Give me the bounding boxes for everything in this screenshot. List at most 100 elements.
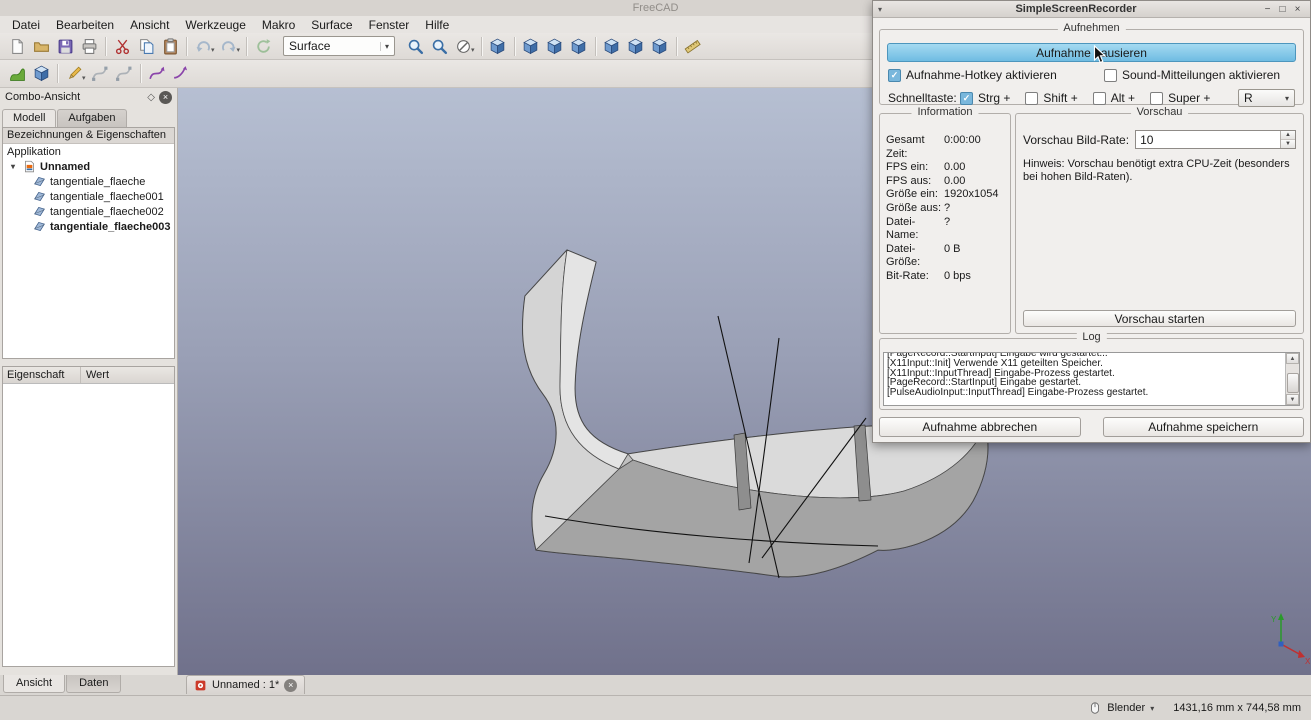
freecad-document-icon — [23, 160, 36, 173]
toolbar-separator — [514, 37, 515, 56]
preview-rate-spinbox[interactable]: 10 ▲ ▼ — [1135, 130, 1296, 149]
menu-surface[interactable]: Surface — [303, 18, 360, 32]
menu-hilfe[interactable]: Hilfe — [417, 18, 457, 32]
copy-button[interactable] — [134, 35, 158, 58]
front-view-button[interactable] — [519, 35, 543, 58]
unchecked-checkbox-icon — [1025, 92, 1038, 105]
surface-filling-button[interactable] — [5, 62, 29, 85]
sketch-dropdown-icon[interactable]: ▾ — [82, 74, 86, 82]
scroll-up-icon[interactable]: ▲ — [1286, 353, 1299, 364]
save-recording-button[interactable]: Aufnahme speichern — [1103, 417, 1305, 437]
info-row: Gesamt Zeit:0:00:00 — [886, 134, 1007, 161]
shift-modifier-checkbox[interactable]: Shift + — [1025, 91, 1077, 105]
navigation-style-select[interactable]: Blender — [1107, 702, 1145, 714]
fit-selection-button[interactable] — [427, 35, 451, 58]
tree-item-applikation[interactable]: Applikation — [3, 144, 174, 159]
menu-ansicht[interactable]: Ansicht — [122, 18, 177, 32]
menu-makro[interactable]: Makro — [254, 18, 303, 32]
ctrl-modifier-checkbox[interactable]: ✓ Strg + — [960, 91, 1010, 105]
info-row: FPS aus:0.00 — [886, 175, 1007, 189]
info-row: Datei-Name:? — [886, 216, 1007, 243]
menu-datei[interactable]: Datei — [4, 18, 48, 32]
print-button[interactable] — [77, 35, 101, 58]
hotkey-enable-checkbox[interactable]: ✓ Aufnahme-Hotkey aktivieren — [888, 68, 1057, 82]
paste-button[interactable] — [158, 35, 182, 58]
right-view-button[interactable] — [567, 35, 591, 58]
surface-icon — [33, 220, 46, 233]
menu-fenster[interactable]: Fenster — [361, 18, 418, 32]
draw-style-dropdown-icon[interactable]: ▾ — [471, 46, 475, 54]
tree-item-surface[interactable]: tangentiale_flaeche — [3, 174, 174, 189]
surface-box-button[interactable] — [29, 62, 53, 85]
expander-icon[interactable]: ▾ — [11, 162, 19, 171]
dialog-titlebar[interactable]: ▾ SimpleScreenRecorder − □ × — [873, 1, 1310, 18]
fit-all-button[interactable] — [403, 35, 427, 58]
mouse-cursor — [1093, 45, 1107, 65]
tree-item-surface[interactable]: tangentiale_flaeche002 — [3, 204, 174, 219]
tree-item-document[interactable]: ▾ Unnamed — [3, 159, 174, 174]
tab-ansicht[interactable]: Ansicht — [3, 675, 65, 693]
workbench-selector[interactable]: Surface ▾ — [283, 36, 395, 56]
redo-button[interactable] — [217, 35, 241, 58]
scroll-down-icon[interactable]: ▼ — [1286, 394, 1299, 405]
preview-note: Hinweis: Vorschau benötigt extra CPU-Zei… — [1023, 158, 1296, 184]
left-view-button[interactable] — [648, 35, 672, 58]
super-modifier-checkbox[interactable]: Super + — [1150, 91, 1210, 105]
new-document-button[interactable] — [5, 35, 29, 58]
measure-button[interactable] — [681, 35, 705, 58]
maximize-button[interactable]: □ — [1275, 4, 1290, 15]
log-output[interactable]: [PageRecord::StartInput] Eingabe wird ge… — [883, 352, 1300, 406]
top-view-button[interactable] — [543, 35, 567, 58]
scrollbar-thumb[interactable] — [1287, 373, 1299, 393]
checked-checkbox-icon: ✓ — [888, 69, 901, 82]
svg-text:Y: Y — [1271, 615, 1277, 624]
extend-surface-button[interactable] — [145, 62, 169, 85]
window-menu-icon[interactable]: ▾ — [878, 5, 892, 14]
sound-notifications-checkbox[interactable]: Sound-Mitteilungen aktivieren — [1104, 68, 1280, 82]
sections-button[interactable] — [169, 62, 193, 85]
save-button[interactable] — [53, 35, 77, 58]
cut-button[interactable] — [110, 35, 134, 58]
blend-curve-button[interactable] — [88, 62, 112, 85]
group-vorschau: Vorschau Vorschau Bild-Rate: 10 ▲ ▼ Hinw… — [1015, 113, 1304, 334]
toolbar-separator — [246, 37, 247, 56]
close-button[interactable]: × — [1290, 4, 1305, 15]
isometric-view-button[interactable] — [486, 35, 510, 58]
tree-item-surface-active[interactable]: tangentiale_flaeche003 — [3, 219, 174, 234]
menu-werkzeuge[interactable]: Werkzeuge — [177, 18, 253, 32]
column-wert[interactable]: Wert — [81, 369, 109, 381]
close-icon[interactable]: × — [284, 679, 297, 692]
tab-aufgaben[interactable]: Aufgaben — [57, 109, 126, 127]
combo-view-tabs: Modell Aufgaben — [0, 106, 177, 127]
undo-button[interactable] — [191, 35, 215, 58]
menu-bearbeiten[interactable]: Bearbeiten — [48, 18, 122, 32]
toolbar-separator — [140, 64, 141, 83]
info-row: Größe ein:1920x1054 — [886, 188, 1007, 202]
preview-start-button[interactable]: Vorschau starten — [1023, 310, 1296, 327]
chevron-down-icon[interactable]: ▾ — [1150, 704, 1154, 713]
cancel-recording-button[interactable]: Aufnahme abbrechen — [879, 417, 1081, 437]
pause-recording-button[interactable]: Aufnahme pausieren — [887, 43, 1296, 62]
close-panel-icon[interactable]: × — [159, 91, 172, 104]
tree-item-surface[interactable]: tangentiale_flaeche001 — [3, 189, 174, 204]
info-row: Bit-Rate:0 bps — [886, 270, 1007, 284]
refresh-button[interactable] — [251, 35, 275, 58]
tab-modell[interactable]: Modell — [2, 109, 56, 127]
spin-down-icon[interactable]: ▼ — [1281, 140, 1295, 148]
tab-daten[interactable]: Daten — [66, 675, 121, 693]
unchecked-checkbox-icon — [1104, 69, 1117, 82]
minimize-button[interactable]: − — [1260, 4, 1275, 15]
column-eigenschaft[interactable]: Eigenschaft — [3, 367, 81, 383]
hotkey-key-select[interactable]: R ▾ — [1238, 89, 1295, 107]
bottom-view-button[interactable] — [624, 35, 648, 58]
alt-modifier-checkbox[interactable]: Alt + — [1093, 91, 1135, 105]
document-tab-bar: Ansicht Daten Unnamed : 1* × — [0, 675, 1311, 695]
log-scrollbar[interactable]: ▲ ▼ — [1285, 353, 1299, 405]
spin-up-icon[interactable]: ▲ — [1281, 131, 1295, 140]
viewport-dimensions: 1431,16 mm x 744,58 mm — [1173, 702, 1301, 714]
rear-view-button[interactable] — [600, 35, 624, 58]
open-document-button[interactable] — [29, 35, 53, 58]
document-tab[interactable]: Unnamed : 1* × — [186, 675, 305, 694]
float-panel-icon[interactable]: ◇ — [147, 92, 155, 103]
curve-on-mesh-button[interactable] — [112, 62, 136, 85]
